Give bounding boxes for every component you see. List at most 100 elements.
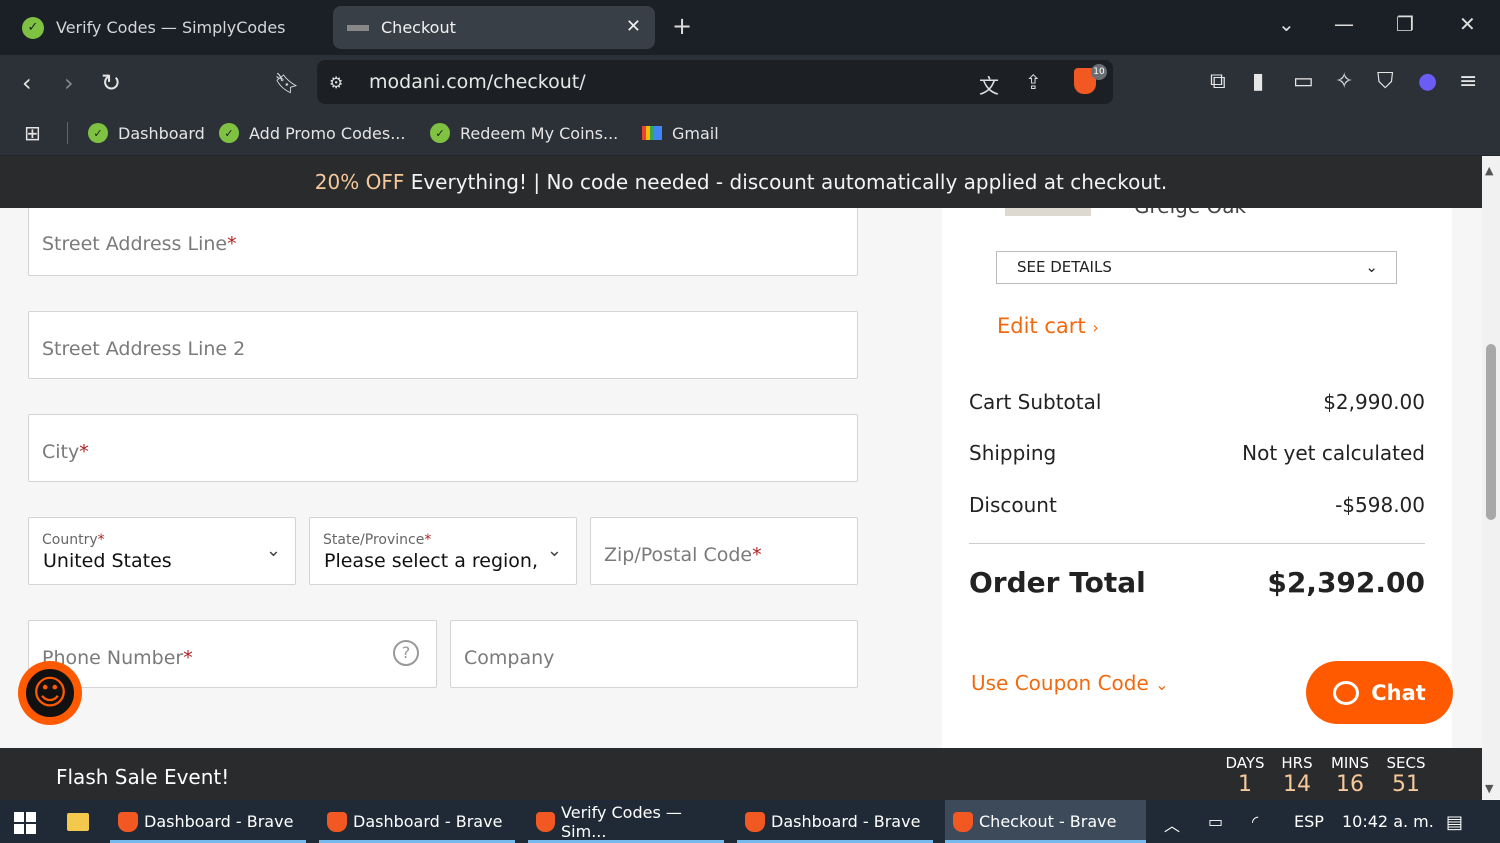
tray-chevron-up-icon[interactable]: ︿ xyxy=(1164,812,1180,836)
minimize-icon[interactable]: — xyxy=(1334,12,1354,36)
see-details-dropdown[interactable]: SEE DETAILS ⌄ xyxy=(996,251,1397,284)
menu-icon[interactable]: ≡ xyxy=(1459,69,1477,94)
discount-row: Discount -$598.00 xyxy=(969,493,1425,517)
chevron-right-icon: › xyxy=(1092,318,1099,337)
order-total-value: $2,392.00 xyxy=(1267,566,1425,599)
state-value: Please select a region, xyxy=(324,550,539,572)
taskbar-item-active[interactable]: Checkout - Brave xyxy=(945,800,1146,843)
bookmark-label: Redeem My Coins... xyxy=(460,123,619,143)
tab-title: Verify Codes — SimplyCodes xyxy=(56,18,286,37)
shields-count-badge: 10 xyxy=(1091,64,1107,80)
city-input[interactable]: City* xyxy=(28,414,858,482)
bookmark-label: Gmail xyxy=(672,123,719,143)
close-window-icon[interactable]: ✕ xyxy=(1459,12,1476,36)
wallet-icon[interactable]: ▭ xyxy=(1293,69,1314,94)
windows-taskbar: Dashboard - Brave Dashboard - Brave Veri… xyxy=(0,800,1500,843)
apps-grid-icon[interactable]: ⊞ xyxy=(24,120,41,146)
street-address-2-placeholder: Street Address Line 2 xyxy=(42,338,246,360)
bookmark-gmail[interactable]: Gmail xyxy=(642,120,719,146)
shipping-label: Shipping xyxy=(969,441,1057,465)
site-settings-icon[interactable]: ⚙ xyxy=(329,73,343,92)
simplycodes-icon: ✓ xyxy=(219,123,239,143)
bookmark-dashboard[interactable]: ✓ Dashboard xyxy=(88,120,205,146)
restore-icon[interactable]: ❐ xyxy=(1396,12,1414,36)
street-address-line-input[interactable]: Street Address Line* xyxy=(28,208,858,276)
tab-verify-codes[interactable]: ✓ Verify Codes — SimplyCodes xyxy=(10,6,326,49)
discount-value: -$598.00 xyxy=(1335,493,1425,517)
scroll-down-icon[interactable]: ▼ xyxy=(1485,782,1493,795)
wifi-icon[interactable]: ◜ xyxy=(1252,812,1258,831)
countdown-seconds: SECS 51 xyxy=(1386,754,1426,797)
country-value: United States xyxy=(43,550,172,572)
checkout-page: Street Address Line* Street Address Line… xyxy=(0,208,1482,748)
countdown-days: DAYS 1 xyxy=(1225,754,1265,797)
bookmark-label: Dashboard xyxy=(118,123,205,143)
scrollbar-thumb[interactable] xyxy=(1486,344,1496,520)
help-icon[interactable]: ? xyxy=(393,640,419,666)
address-bar[interactable]: ⚙ modani.com/checkout/ 文 ⇪ 10 xyxy=(317,60,1113,104)
simplycodes-icon: ✓ xyxy=(22,16,44,39)
street-address-line-2-input[interactable]: Street Address Line 2 xyxy=(28,311,858,379)
notifications-icon[interactable]: ▤ xyxy=(1446,812,1463,833)
tab-list-chevron-icon[interactable]: ⌄ xyxy=(1278,12,1295,36)
tab-checkout[interactable]: Checkout ✕ xyxy=(333,6,655,49)
chevron-down-icon: ⌄ xyxy=(265,540,281,561)
phone-number-input[interactable]: Phone Number* ? xyxy=(28,620,437,688)
subtotal-row: Cart Subtotal $2,990.00 xyxy=(969,390,1425,414)
translate-icon[interactable]: 文 xyxy=(979,70,999,99)
forward-icon[interactable]: › xyxy=(64,69,74,97)
file-explorer-icon[interactable] xyxy=(67,813,89,831)
reload-icon[interactable]: ↻ xyxy=(101,69,121,97)
brave-icon xyxy=(953,811,973,832)
url-text: modani.com/checkout/ xyxy=(369,71,586,93)
shipping-value: Not yet calculated xyxy=(1242,441,1425,465)
bookmark-divider xyxy=(67,122,68,144)
zip-postal-code-input[interactable]: Zip/Postal Code* xyxy=(590,517,858,585)
windows-start-icon[interactable] xyxy=(14,812,36,834)
vpn-icon[interactable]: ⛉ xyxy=(1377,69,1394,94)
country-label: Country* xyxy=(42,532,105,548)
company-input[interactable]: Company xyxy=(450,620,858,688)
close-tab-icon[interactable]: ✕ xyxy=(626,16,641,37)
extensions-icon[interactable]: ⧉ xyxy=(1210,69,1226,94)
brave-icon xyxy=(536,811,556,832)
see-details-label: SEE DETAILS xyxy=(1017,258,1112,276)
chat-button[interactable]: Chat xyxy=(1306,661,1453,724)
scroll-up-icon[interactable]: ▲ xyxy=(1485,164,1493,177)
bookmark-redeem[interactable]: ✓ Redeem My Coins... xyxy=(430,120,618,146)
taskbar-item[interactable]: Dashboard - Brave xyxy=(737,800,933,843)
profile-icon[interactable]: ● xyxy=(1418,69,1437,94)
product-name: Greige Oak xyxy=(1134,208,1246,218)
chevron-down-icon: ⌄ xyxy=(546,540,562,561)
accessibility-button[interactable]: ☺ xyxy=(18,661,82,725)
taskbar-item[interactable]: Dashboard - Brave xyxy=(319,800,515,843)
language-indicator[interactable]: ESP xyxy=(1294,812,1324,831)
countdown-minutes: MINS 16 xyxy=(1330,754,1370,797)
countdown-hours: HRS 14 xyxy=(1281,754,1313,797)
simplycodes-icon: ✓ xyxy=(430,123,450,143)
simplycodes-icon: ✓ xyxy=(88,123,108,143)
back-icon[interactable]: ‹ xyxy=(22,69,32,97)
taskbar-item[interactable]: Verify Codes — Sim... xyxy=(528,800,724,843)
taskbar-item[interactable]: Dashboard - Brave xyxy=(110,800,306,843)
battery-icon[interactable]: ▭ xyxy=(1208,812,1223,831)
bookmark-icon[interactable]: 🔖︎ xyxy=(274,71,299,95)
brave-icon xyxy=(327,811,347,832)
state-province-select[interactable]: State/Province* Please select a region, … xyxy=(309,517,577,585)
country-select[interactable]: Country* United States ⌄ xyxy=(28,517,296,585)
brave-icon xyxy=(745,811,765,832)
use-coupon-code-toggle[interactable]: Use Coupon Code ⌄ xyxy=(971,671,1169,695)
order-total-label: Order Total xyxy=(969,566,1146,599)
bookmark-add-promo[interactable]: ✓ Add Promo Codes... xyxy=(219,120,405,146)
promo-banner: 20% OFF Everything! | No code needed - d… xyxy=(0,156,1482,208)
share-icon[interactable]: ⇪ xyxy=(1025,70,1042,94)
company-placeholder: Company xyxy=(464,647,555,669)
leo-ai-icon[interactable]: ✧ xyxy=(1335,69,1353,94)
page-scrollbar[interactable]: ▲ ▼ xyxy=(1482,156,1500,799)
edit-cart-link[interactable]: Edit cart › xyxy=(997,314,1099,338)
product-thumbnail xyxy=(1005,208,1091,216)
new-tab-icon[interactable]: + xyxy=(672,12,692,40)
order-total-row: Order Total $2,392.00 xyxy=(969,566,1425,599)
clock[interactable]: 10:42 a. m. xyxy=(1342,812,1434,831)
sidebar-icon[interactable]: ▮ xyxy=(1252,69,1264,94)
